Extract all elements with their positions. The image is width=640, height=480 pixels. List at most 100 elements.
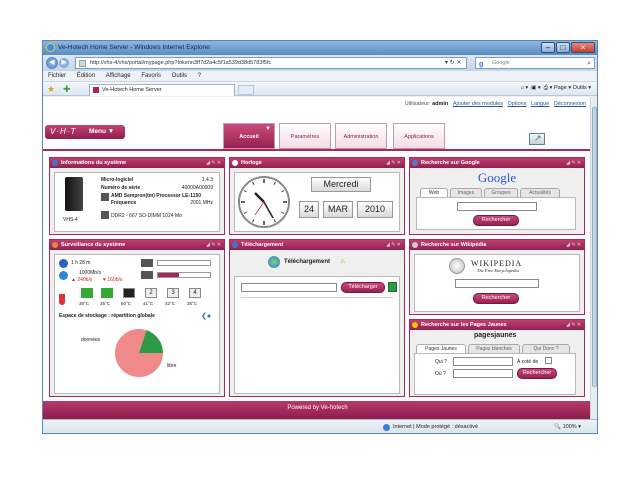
download-panel: Télécharger [234, 276, 400, 394]
cpu-chip-icon [141, 259, 153, 267]
freq-value: 2001 MHz [190, 200, 213, 206]
pagesjaunes-widget: Recherche sur les Pages Jaunes ◢ ✎ ✕ pag… [409, 319, 585, 397]
new-tab-button[interactable] [238, 85, 254, 95]
pj-who-input[interactable] [453, 357, 513, 366]
widget-controls-icon[interactable]: ◢ ✎ ✕ [386, 158, 401, 168]
language-link[interactable]: Langue [531, 101, 549, 107]
menu-help[interactable]: ? [198, 73, 201, 79]
pagesjaunes-logo: pagesjaunes [474, 332, 517, 339]
options-link[interactable]: Options [508, 101, 527, 107]
serial-label: Numéro de série [101, 185, 141, 191]
wikipedia-title: Recherche sur Wikipédia [421, 242, 487, 248]
tab-settings[interactable]: Paramètres [279, 123, 331, 149]
download-header: Téléchargement ◢ ✎ ✕ [230, 240, 404, 250]
internet-zone-icon [383, 424, 390, 431]
storage-refresh-icon[interactable]: ❮● [201, 312, 211, 320]
wikipedia-search-input[interactable] [455, 279, 539, 288]
analog-clock [238, 176, 290, 228]
browser-tab[interactable]: Ve-Hotech Home Server [89, 84, 235, 96]
monitor-title: Surveillance du système [61, 242, 126, 248]
pj-tab-pages-blanches[interactable]: Pages blanches [468, 344, 520, 353]
day-display: Mercredi [311, 177, 371, 192]
rx-rate: ▲ 240b/s [71, 277, 93, 283]
widget-controls-icon[interactable]: ◢ ✎ ✕ [386, 240, 401, 250]
google-tab-web[interactable]: Web [420, 188, 448, 197]
widget-controls-icon[interactable]: ◢ ✎ ✕ [206, 158, 221, 168]
disk-2-icon: 2 [145, 288, 157, 298]
google-tab-images[interactable]: Images [450, 188, 482, 197]
wikipedia-globe-icon [449, 258, 465, 274]
google-tab-news[interactable]: Actualités [520, 188, 560, 197]
favorites-bar: ★ ✚ Ve-Hotech Home Server ⌂ ▾ ▣ ▾ ⎙ ▾ Pa… [43, 82, 597, 96]
download-title: Téléchargement [241, 242, 284, 248]
pj-where-input[interactable] [453, 369, 513, 378]
menu-view[interactable]: Affichage [106, 73, 131, 79]
menu-file[interactable]: Fichier [48, 73, 66, 79]
device-name: VHS-4 [63, 217, 78, 223]
disk-4-icon: 4 [189, 288, 201, 298]
add-modules-link[interactable]: Ajouter des modules [453, 101, 503, 107]
ram-usage-fill [158, 273, 179, 277]
widget-controls-icon[interactable]: ◢ ✎ ✕ [206, 240, 221, 250]
scrollbar-thumb[interactable] [592, 107, 597, 387]
date-year-display: 2010 [357, 201, 393, 218]
tools-menu[interactable]: Outils [573, 85, 587, 91]
widget-controls-icon[interactable]: ◢ ✎ ✕ [566, 320, 581, 330]
title-bar: Ve-Hotech Home Server - Windows Internet… [43, 41, 597, 55]
command-bar: ⌂ ▾ ▣ ▾ ⎙ ▾ Page ▾ Outils ▾ [520, 85, 592, 91]
home-icon[interactable]: ⌂ ▾ [521, 85, 529, 91]
user-label: Utilisateur: [404, 101, 431, 107]
widget-controls-icon[interactable]: ◢ ✎ ✕ [566, 240, 581, 250]
zoom-control[interactable]: 🔍 100% ▾ [554, 424, 581, 430]
vertical-scrollbar[interactable] [590, 97, 597, 419]
menu-tools[interactable]: Outils [172, 73, 187, 79]
pj-tab-qui-donc[interactable]: Qui Donc ? [522, 344, 570, 353]
google-search-input[interactable] [457, 202, 537, 211]
widget-controls-icon[interactable]: ◢ ✎ ✕ [566, 158, 581, 168]
maximize-button[interactable]: □ [556, 42, 570, 53]
feeds-icon[interactable]: ▣ ▾ [530, 85, 541, 91]
google-tab-groups[interactable]: Groupes [484, 188, 518, 197]
menu-label: Menu [89, 128, 106, 135]
minimize-button[interactable]: – [541, 42, 555, 53]
info-icon [52, 160, 58, 166]
serial-value: 40000A00009 [181, 185, 213, 191]
warning-icon: ⚠ [340, 259, 346, 265]
menu-button[interactable]: Menu ▼ [89, 128, 114, 135]
back-button[interactable]: ◀ [46, 57, 58, 69]
tab-home[interactable]: ▼ Accueil [223, 123, 275, 149]
logout-link[interactable]: Déconnexion [554, 101, 586, 107]
menu-favorites[interactable]: Favoris [141, 73, 161, 79]
tab-administration[interactable]: Administration [335, 123, 387, 149]
forward-button[interactable]: ▶ [59, 58, 69, 68]
pj-near-checkbox[interactable] [545, 357, 552, 364]
google-search-button[interactable]: Rechercher [473, 215, 519, 226]
search-icon[interactable]: ⌕ [587, 58, 591, 69]
pj-search-panel: Qui ? À coté de Où ? Rechercher [414, 353, 576, 395]
wikipedia-logo: WIKIPEDIA [471, 259, 523, 268]
page-menu[interactable]: Page [554, 85, 567, 91]
brand-menu-bar[interactable]: V·H·T Menu ▼ [45, 125, 125, 139]
temp-3: 50°C [121, 301, 132, 306]
wikipedia-search-button[interactable]: Rechercher [473, 293, 519, 304]
export-icon[interactable] [529, 133, 545, 145]
sysinfo-panel: VHS-4 Micro-logiciel 1.4.3 Numéro de sér… [54, 172, 220, 232]
ram-icon [101, 211, 109, 219]
url-field[interactable]: http://vhs-4/vhs/portal/mypage.php?token… [75, 57, 467, 69]
pj-tab-pages-jaunes[interactable]: Pages Jaunes [416, 344, 466, 353]
monitor-widget: Surveillance du système ◢ ✎ ✕ 1 h 28 m 1… [49, 239, 225, 397]
pj-search-button[interactable]: Rechercher [517, 368, 557, 379]
pagesjaunes-header: Recherche sur les Pages Jaunes ◢ ✎ ✕ [410, 320, 584, 330]
download-button[interactable]: Télécharger [341, 282, 385, 293]
add-favorites-icon[interactable]: ✚ [63, 84, 71, 95]
search-input[interactable]: g Google ⌕ [475, 57, 595, 69]
download-list-icon[interactable] [388, 282, 397, 292]
freq-label: Fréquence [111, 200, 137, 206]
print-icon[interactable]: ⎙ ▾ [542, 85, 553, 91]
close-button[interactable]: × [571, 42, 595, 53]
refresh-stop-icons[interactable]: ▾ ↻ ✕ [445, 59, 461, 66]
favorites-star-icon[interactable]: ★ [47, 84, 55, 95]
menu-edit[interactable]: Édition [77, 73, 95, 79]
tab-applications[interactable]: Applications [393, 123, 445, 149]
download-url-input[interactable] [241, 283, 337, 292]
